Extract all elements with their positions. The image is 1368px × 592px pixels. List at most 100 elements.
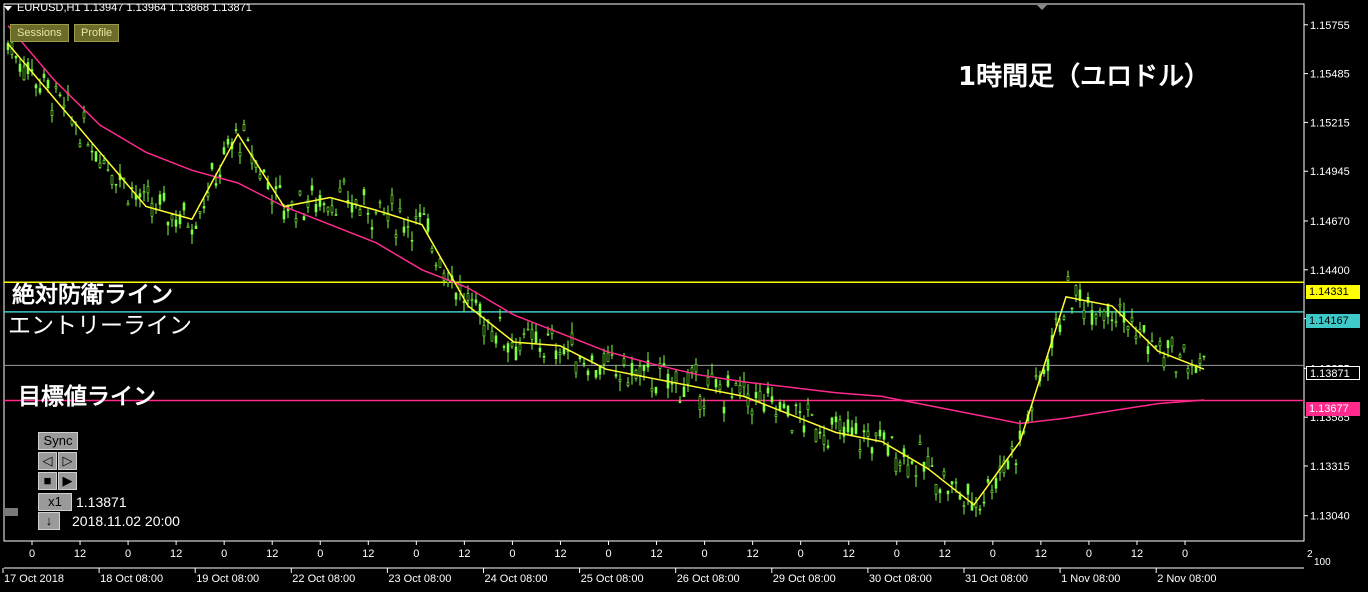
- candle-body: [1006, 460, 1010, 469]
- profile-button[interactable]: Profile: [74, 24, 120, 42]
- hour-tick-label: 0: [894, 548, 900, 560]
- candle-body: [838, 419, 842, 432]
- candle-body: [754, 391, 758, 399]
- hour-tick-label: 0: [413, 548, 419, 560]
- candle-body: [202, 206, 206, 209]
- candle-body: [722, 406, 726, 414]
- play-icon[interactable]: ▶: [58, 472, 77, 490]
- target-line-label: 目標値ライン: [18, 384, 156, 410]
- candle-body: [1134, 335, 1138, 339]
- step-back-icon[interactable]: ◁: [38, 452, 57, 470]
- candle-body: [1094, 314, 1098, 319]
- candle-body: [170, 214, 174, 221]
- candle-body: [978, 508, 982, 511]
- candle-body: [918, 441, 922, 445]
- hour-tick-label: 12: [939, 548, 951, 560]
- date-tick-label: 23 Oct 08:00: [388, 573, 451, 585]
- candle-body: [638, 365, 642, 376]
- candle-body: [986, 479, 990, 483]
- candle-body: [494, 335, 498, 344]
- candle-body: [546, 333, 550, 336]
- shift-marker-icon[interactable]: [1037, 5, 1047, 10]
- price-tick-label: 1.14670: [1310, 216, 1350, 228]
- candle-body: [330, 205, 334, 213]
- candle-body: [498, 316, 502, 319]
- candle-body: [594, 370, 598, 378]
- candle-body: [930, 465, 934, 467]
- target-price-tag: 1.13677: [1306, 402, 1360, 416]
- candle-body: [670, 382, 674, 385]
- stop-icon[interactable]: ■: [38, 472, 57, 490]
- date-tick-label: 26 Oct 08:00: [677, 573, 740, 585]
- candle-body: [1046, 359, 1050, 371]
- current-price-tag: 1.13871: [1306, 366, 1360, 380]
- candle-body: [106, 169, 110, 171]
- down-arrow-icon[interactable]: ↓: [38, 512, 60, 530]
- candle-body: [818, 431, 822, 434]
- hour-tick-label: 12: [266, 548, 278, 560]
- candle-body: [942, 470, 946, 476]
- candle-body: [1034, 375, 1038, 378]
- candle-body: [674, 371, 678, 384]
- candle-body: [1114, 321, 1118, 324]
- candle-body: [706, 377, 710, 386]
- candle-body: [326, 206, 330, 212]
- panel-price-value: 1.13871: [76, 494, 127, 510]
- candle-body: [342, 179, 346, 183]
- date-tick-label: 24 Oct 08:00: [485, 573, 548, 585]
- candle-body: [398, 207, 402, 212]
- chart-scroll-handle[interactable]: [4, 508, 18, 516]
- candle-body: [14, 55, 18, 59]
- symbol-info: EURUSD,H1 1.13947 1.13964 1.13868 1.1387…: [17, 2, 252, 14]
- hour-tick-label: 0: [29, 548, 35, 560]
- candle-body: [1066, 276, 1070, 281]
- panel-datetime-value: 2018.11.02 20:00: [72, 513, 180, 529]
- dropdown-triangle-icon[interactable]: [4, 5, 12, 11]
- candle-body: [1126, 326, 1130, 330]
- candle-body: [410, 240, 414, 242]
- candle-body: [538, 347, 542, 352]
- candle-body: [806, 403, 810, 410]
- candle-body: [766, 387, 770, 394]
- candle-body: [894, 457, 898, 472]
- candle-body: [126, 203, 130, 206]
- candle-body: [22, 66, 26, 80]
- candle-body: [602, 353, 606, 365]
- candle-body: [1166, 340, 1170, 349]
- hour-tick-label: 0: [317, 548, 323, 560]
- chart-title-annotation: 1時間足（ユロドル）: [958, 62, 1211, 92]
- price-tick-label: 1.15755: [1310, 20, 1350, 32]
- candle-body: [1082, 310, 1086, 319]
- candle-body: [510, 342, 514, 347]
- date-tick-label: 1 Nov 08:00: [1061, 573, 1120, 585]
- speed-button[interactable]: x1: [38, 493, 72, 511]
- date-tick-label: 30 Oct 08:00: [869, 573, 932, 585]
- sync-button[interactable]: Sync: [38, 432, 78, 450]
- candle-body: [50, 109, 54, 116]
- price-tick-label: 1.13040: [1310, 511, 1350, 523]
- candle-body: [898, 462, 902, 466]
- candle-body: [906, 464, 910, 478]
- entry-price-tag: 1.14167: [1306, 314, 1360, 328]
- candle-body: [1150, 340, 1154, 343]
- sessions-button[interactable]: Sessions: [10, 24, 69, 42]
- candle-body: [1062, 316, 1066, 320]
- defense-line-label: 絶対防衛ライン: [12, 282, 173, 308]
- candle-body: [738, 385, 742, 394]
- candle-body: [830, 417, 834, 425]
- candle-body: [90, 150, 94, 153]
- candle-body: [194, 225, 198, 229]
- candle-body: [574, 361, 578, 374]
- candle-body: [174, 219, 178, 227]
- candle-body: [370, 227, 374, 230]
- step-forward-icon[interactable]: ▷: [58, 452, 77, 470]
- candle-body: [102, 160, 106, 164]
- candle-body: [218, 174, 222, 178]
- candle-body: [654, 386, 658, 394]
- hour-tick-label: 12: [1131, 548, 1143, 560]
- candle-body: [430, 247, 434, 252]
- candle-body: [58, 94, 62, 97]
- hour-tick-label: 12: [747, 548, 759, 560]
- candle-body: [362, 189, 366, 196]
- fast-moving-average-line: [7, 43, 1205, 506]
